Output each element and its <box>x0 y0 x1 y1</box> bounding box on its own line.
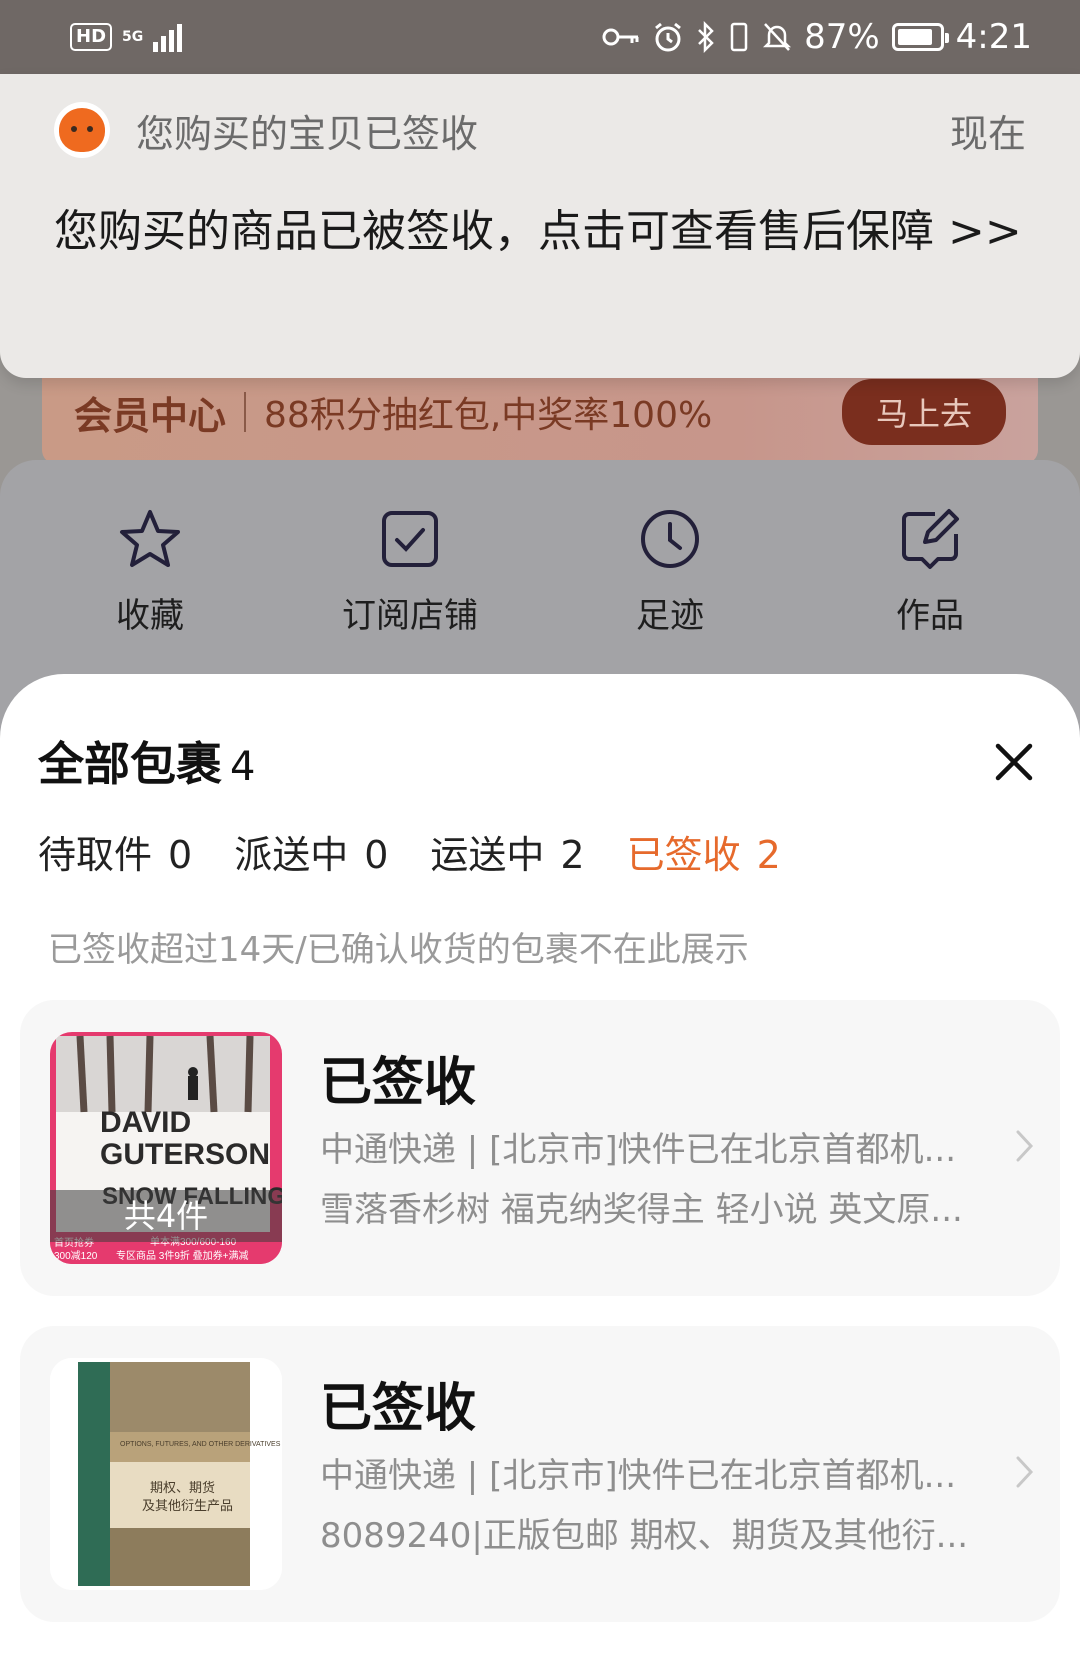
svg-text:OPTIONS, FUTURES, AND OTHER DE: OPTIONS, FUTURES, AND OTHER DERIVATIVES <box>120 1441 281 1448</box>
status-bar-right: 87% 4:21 <box>602 17 1032 57</box>
tab-in-transit[interactable]: 运送中 2 <box>430 824 584 879</box>
svg-text:期权、期货: 期权、期货 <box>150 1480 215 1496</box>
works-label: 作品 <box>896 596 964 636</box>
package-card[interactable]: DAVID GUTERSON SNOW FALLING 首页抢券 300减120… <box>20 1000 1060 1296</box>
battery-percent: 87% <box>804 17 880 57</box>
packages-sheet: 全部包裹 4 待取件 0 派送中 0 运送中 2 已签收 2 已签收超过14天/已确认收… <box>0 674 1080 1674</box>
footprints-label: 足迹 <box>636 596 704 636</box>
product-title: 雪落香杉树 福克纳奖得主 轻小说 英文原... <box>320 1190 963 1230</box>
clock: 4:21 <box>955 17 1032 57</box>
notice-text: 已签收超过14天/已确认收货的包裹不在此展示 <box>48 930 749 970</box>
tab-delivering[interactable]: 派送中 0 <box>234 824 388 879</box>
svg-text:300减120: 300减120 <box>54 1250 98 1262</box>
chevron-right-icon <box>1016 1456 1034 1488</box>
notification-header: 您购买的宝贝已签收 现在 <box>0 74 1080 186</box>
status-bar: HD 5G 87% 4:21 <box>0 0 1080 74</box>
svg-text:及其他衍生产品: 及其他衍生产品 <box>142 1499 233 1514</box>
item-count-badge: 共4件 <box>50 1190 282 1242</box>
banner-divider <box>244 392 247 432</box>
chevron-right-icon <box>1016 1130 1034 1162</box>
book-cover-options-futures: OPTIONS, FUTURES, AND OTHER DERIVATIVES … <box>50 1358 282 1590</box>
notification-time: 现在 <box>949 111 1026 156</box>
status-bar-left: HD 5G <box>70 22 183 52</box>
package-count: 4 <box>230 744 256 790</box>
package-card[interactable]: OPTIONS, FUTURES, AND OTHER DERIVATIVES … <box>20 1326 1060 1622</box>
notification-title: 您购买的宝贝已签收 <box>136 111 479 156</box>
svg-text:专区商品 3件9折 叠加券+满减: 专区商品 3件9折 叠加券+满减 <box>116 1249 249 1262</box>
star-icon <box>120 510 180 567</box>
favorites-label: 收藏 <box>116 596 184 636</box>
mute-bell-icon <box>763 23 792 51</box>
close-icon[interactable] <box>992 740 1036 784</box>
tab-pending-pickup[interactable]: 待取件 0 <box>38 824 192 879</box>
edit-note-icon <box>902 509 959 569</box>
key-icon <box>602 28 639 46</box>
product-thumbnail: OPTIONS, FUTURES, AND OTHER DERIVATIVES … <box>50 1358 282 1590</box>
tab-signed[interactable]: 已签收 2 <box>627 824 781 879</box>
member-center-title: 会员中心 <box>74 393 227 438</box>
signal-icon <box>153 22 183 52</box>
product-title: 8089240|正版包邮 期权、期货及其他衍... <box>320 1516 969 1556</box>
svg-text:GUTERSON: GUTERSON <box>100 1138 270 1171</box>
vibrate-icon <box>730 22 748 52</box>
clock-icon <box>641 510 699 568</box>
package-status: 已签收 <box>320 1053 477 1113</box>
subscribed-shops-label: 订阅店铺 <box>342 596 478 636</box>
logistics-info: 中通快递 | [北京市]快件已在北京首都机... <box>320 1456 957 1496</box>
battery-icon <box>891 23 949 51</box>
member-promo-text: 88积分抽红包,中奖率100% <box>264 395 713 436</box>
checkbox-icon <box>382 511 438 567</box>
package-status: 已签收 <box>320 1379 477 1439</box>
svg-text:DAVID: DAVID <box>100 1106 191 1139</box>
status-tabs: 待取件 0 派送中 0 运送中 2 已签收 2 <box>38 824 781 879</box>
network-type: 5G <box>122 29 144 45</box>
go-now-button[interactable]: 马上去 <box>841 379 1006 445</box>
bluetooth-icon <box>698 21 714 53</box>
push-notification[interactable]: 您购买的宝贝已签收 现在 您购买的商品已被签收，点击可查看售后保障 >> <box>0 74 1080 378</box>
alarm-icon <box>655 22 681 52</box>
hd-badge: HD <box>70 23 113 51</box>
notification-body: 您购买的商品已被签收，点击可查看售后保障 >> <box>54 206 1022 257</box>
taobao-app-icon <box>54 102 110 158</box>
product-thumbnail: DAVID GUTERSON SNOW FALLING 首页抢券 300减120… <box>50 1032 282 1264</box>
sheet-header: 全部包裹 4 <box>38 728 255 794</box>
sheet-title: 全部包裹 <box>38 737 222 791</box>
logistics-info: 中通快递 | [北京市]快件已在北京首都机... <box>320 1130 957 1170</box>
